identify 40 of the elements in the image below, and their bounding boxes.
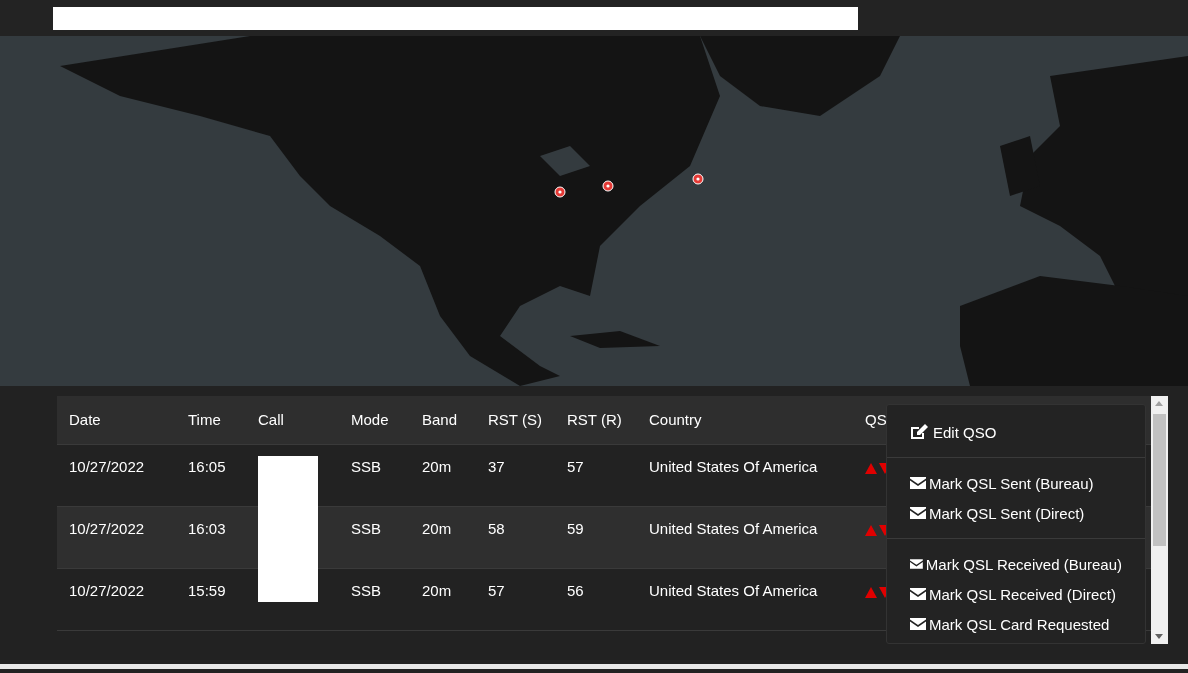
table-cell-text: 56 <box>567 582 585 599</box>
table-cell-text: 10/27/2022 <box>69 458 146 475</box>
envelope-icon <box>910 558 923 570</box>
envelope-icon <box>910 618 926 630</box>
table-cell-text: 20m <box>422 520 453 537</box>
table-cell-text: SSB <box>351 458 382 475</box>
column-header: Country <box>649 411 703 428</box>
table-cell-text: SSB <box>351 520 382 537</box>
table-cell-text: 10/27/2022 <box>69 582 146 599</box>
column-header: Call <box>258 411 285 428</box>
table-cell-text: 58 <box>488 520 506 537</box>
table-cell-text: 16:05 <box>188 458 227 475</box>
table-cell-text: 57 <box>567 458 585 475</box>
column-header: Mode <box>351 411 390 428</box>
table-cell-text: 10/27/2022 <box>69 520 146 537</box>
column-header: Band <box>422 411 459 428</box>
table-cell-text: United States Of America <box>649 520 819 537</box>
menu-item[interactable]: Mark QSL Sent (Bureau) <box>887 468 1145 498</box>
table-cell-text: 59 <box>567 520 585 537</box>
edit-icon <box>910 424 928 440</box>
table-cell-text: 16:03 <box>188 520 227 537</box>
table-cell-text: 37 <box>488 458 506 475</box>
column-header: QS <box>865 411 888 428</box>
column-header: Date <box>69 411 102 428</box>
table-cell-text: 15:59 <box>188 582 227 599</box>
column-header: RST (S) <box>488 411 543 428</box>
table-cell-text: 20m <box>422 582 453 599</box>
table-cell-text: 20m <box>422 458 453 475</box>
table-cell-text: SSB <box>351 582 382 599</box>
scrollbar[interactable] <box>1151 396 1168 644</box>
column-header: RST (R) <box>567 411 623 428</box>
envelope-icon <box>910 477 926 489</box>
table-cell-text: United States Of America <box>649 582 819 599</box>
column-header: Time <box>188 411 222 428</box>
table-cell-text: United States Of America <box>649 458 819 475</box>
menu-item[interactable]: Edit QSO <box>887 417 1145 447</box>
envelope-icon <box>910 588 926 600</box>
menu-item[interactable]: Mark QSL Received (Direct) <box>887 579 1145 609</box>
table-cell-text: 57 <box>488 582 506 599</box>
envelope-icon <box>910 507 926 519</box>
